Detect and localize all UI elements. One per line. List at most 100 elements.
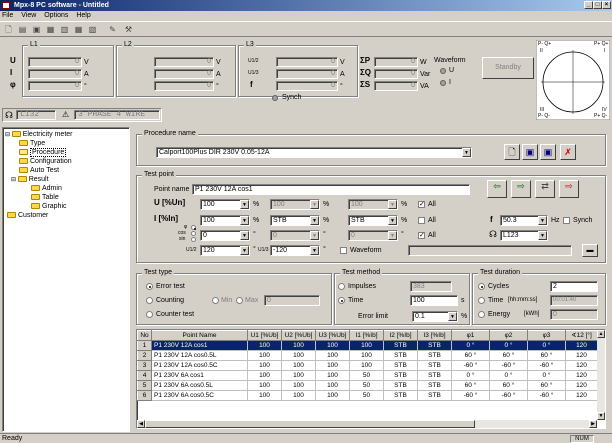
frequency-select[interactable]: 50.3 ▼ — [500, 215, 548, 226]
phi1-select[interactable]: 0 ▼ — [200, 230, 250, 241]
column-header[interactable]: U2 [%Ub] — [281, 330, 316, 341]
scroll-up-icon[interactable]: ▲ — [597, 330, 605, 338]
phi3-select[interactable]: 0 ▼ — [348, 230, 398, 241]
add-point-button[interactable]: ⇦ — [487, 180, 507, 198]
column-header[interactable]: ∢12 [°] — [565, 330, 598, 341]
graph-icon[interactable]: ▧ — [87, 24, 98, 35]
point-name-input[interactable]: P1 230V 12A cos1 — [192, 184, 470, 195]
sin-radio[interactable] — [191, 237, 196, 242]
phase-sequence-select[interactable]: L123 ▼ — [500, 230, 548, 241]
column-header[interactable]: I3 [%Ib] — [417, 330, 452, 341]
u3-select[interactable]: 100 ▼ — [348, 199, 398, 210]
save-as-procedure-button[interactable]: ▣ — [540, 144, 556, 160]
tree-result[interactable]: ⊟ Result — [11, 176, 49, 184]
save-icon[interactable]: ▣ — [31, 24, 42, 35]
u13-angle-select[interactable]: -120 ▼ — [270, 245, 320, 256]
phi-radio[interactable] — [191, 225, 196, 230]
waveform-i-led-icon[interactable] — [440, 80, 446, 86]
new-procedure-button[interactable]: 🗋 — [504, 144, 520, 160]
menu-view[interactable]: View — [21, 12, 36, 19]
phi-all-checkbox[interactable]: ✓ — [418, 232, 425, 239]
synch-checkbox[interactable] — [563, 217, 570, 224]
cycles-input[interactable]: 2 — [550, 281, 598, 292]
column-header[interactable]: φ2 — [489, 330, 528, 341]
table-row[interactable]: 6 P1 230V 6A cos0.5C 100 100 100 50 STB STB -60 … — [137, 390, 598, 401]
i3-select[interactable]: STB ▼ — [348, 215, 398, 226]
wrench-icon[interactable]: ⚒ — [123, 24, 134, 35]
tree-type[interactable]: Type — [19, 140, 45, 148]
chevron-down-icon[interactable]: ▼ — [462, 148, 471, 157]
table-row[interactable]: 4 P1 230V 6A cos1 100 100 100 50 STB STB 0 ° 0 ° 0… — [137, 370, 598, 381]
column-header[interactable]: U1 [%Ub] — [247, 330, 282, 341]
menu-file[interactable]: File — [2, 12, 13, 19]
waveform-button[interactable]: ▬ — [582, 244, 598, 257]
table-row[interactable]: 5 P1 230V 6A cos0.5L 100 100 100 50 STB STB 60 °… — [137, 380, 598, 391]
energy-radio[interactable] — [478, 311, 485, 318]
table-row[interactable]: 2 P1 230V 12A cos0.5L 100 100 100 100 STB STB 60… — [137, 350, 598, 361]
delete-point-button[interactable]: ⇨ — [559, 180, 579, 198]
u12-angle-select[interactable]: 120 ▼ — [200, 245, 250, 256]
maximize-button[interactable]: □ — [593, 1, 602, 9]
max-radio[interactable] — [236, 297, 243, 304]
time-input[interactable]: 100 — [410, 295, 458, 306]
menu-help[interactable]: Help — [76, 12, 90, 19]
tree-procedure[interactable]: Procedure — [19, 148, 67, 157]
insert-point-button[interactable]: ⇨ — [511, 180, 531, 198]
column-header[interactable]: φ3 — [527, 330, 566, 341]
procedure-select[interactable]: Calport100Plus DIR 230V 0.05-12A ▼ — [156, 147, 472, 158]
new-file-icon[interactable]: 🗋 — [3, 24, 14, 35]
impulses-radio[interactable] — [338, 283, 345, 290]
open-folder-icon[interactable]: ▤ — [17, 24, 28, 35]
tools-icon[interactable]: ✎ — [107, 24, 118, 35]
tree-admin[interactable]: Admin — [31, 185, 62, 193]
tree-graphic[interactable]: Graphic — [31, 203, 67, 211]
time-radio[interactable] — [338, 297, 345, 304]
tree-table[interactable]: Table — [31, 194, 59, 202]
tree-configuration[interactable]: Configuration — [19, 158, 72, 166]
tree-electricity-meter[interactable]: ⊟ Electricity meter — [5, 131, 73, 139]
save-procedure-button[interactable]: ▣ — [522, 144, 538, 160]
table-horizontal-scrollbar[interactable]: ◀ ▶ — [137, 420, 597, 428]
delete-procedure-button[interactable]: ✗ — [560, 144, 576, 160]
print-icon[interactable]: ▥ — [59, 24, 70, 35]
table-row[interactable]: 3 P1 230V 12A cos0.5C 100 100 100 100 STB STB -6… — [137, 360, 598, 371]
column-header[interactable]: No — [137, 330, 152, 341]
duration-time-radio[interactable] — [478, 297, 485, 304]
close-button[interactable]: × — [602, 1, 611, 9]
column-header[interactable]: U3 [%Ub] — [315, 330, 350, 341]
u1-select[interactable]: 100 ▼ — [200, 199, 250, 210]
waveform-u-led-icon[interactable] — [440, 68, 446, 74]
table-row[interactable]: 1 P1 230V 12A cos1 100 100 100 100 STB STB 0 ° 0 … — [137, 340, 598, 351]
i2-select[interactable]: STB ▼ — [270, 215, 320, 226]
u2-select[interactable]: 100 ▼ — [270, 199, 320, 210]
scroll-left-icon[interactable]: ◀ — [137, 420, 145, 428]
phi2-select[interactable]: 0 ▼ — [270, 230, 320, 241]
counter-test-radio[interactable] — [146, 311, 153, 318]
min-radio[interactable] — [212, 297, 219, 304]
scroll-thumb[interactable] — [145, 420, 475, 428]
waveform-checkbox[interactable] — [340, 247, 347, 254]
table-icon[interactable]: ▦ — [73, 24, 84, 35]
column-header[interactable]: φ1 — [451, 330, 490, 341]
scroll-right-icon[interactable]: ▶ — [589, 420, 597, 428]
tree-customer[interactable]: Customer — [7, 212, 48, 220]
i1-select[interactable]: 100 ▼ — [200, 215, 250, 226]
counting-radio[interactable] — [146, 297, 153, 304]
scroll-down-icon[interactable]: ▼ — [597, 412, 605, 420]
cos-radio[interactable] — [191, 231, 196, 236]
table-vertical-scrollbar[interactable]: ▲ ▼ — [597, 330, 605, 420]
minimize-button[interactable]: _ — [584, 1, 593, 9]
error-limit-select[interactable]: 0.1 ▼ — [412, 311, 458, 322]
column-header[interactable]: Point Name — [151, 330, 248, 341]
column-header[interactable]: I1 [%Ib] — [349, 330, 384, 341]
standby-button[interactable]: Standby — [482, 57, 534, 79]
i-all-checkbox[interactable] — [418, 217, 425, 224]
u-all-checkbox[interactable]: ✓ — [418, 201, 425, 208]
column-header[interactable]: I2 [%Ib] — [383, 330, 418, 341]
error-test-radio[interactable] — [146, 283, 153, 290]
tree-auto-test[interactable]: Auto Test — [19, 167, 59, 175]
menu-options[interactable]: Options — [44, 12, 68, 19]
replace-point-button[interactable]: ⇄ — [535, 180, 555, 198]
meter-icon[interactable]: ▦ — [45, 24, 56, 35]
cycles-radio[interactable] — [478, 283, 485, 290]
